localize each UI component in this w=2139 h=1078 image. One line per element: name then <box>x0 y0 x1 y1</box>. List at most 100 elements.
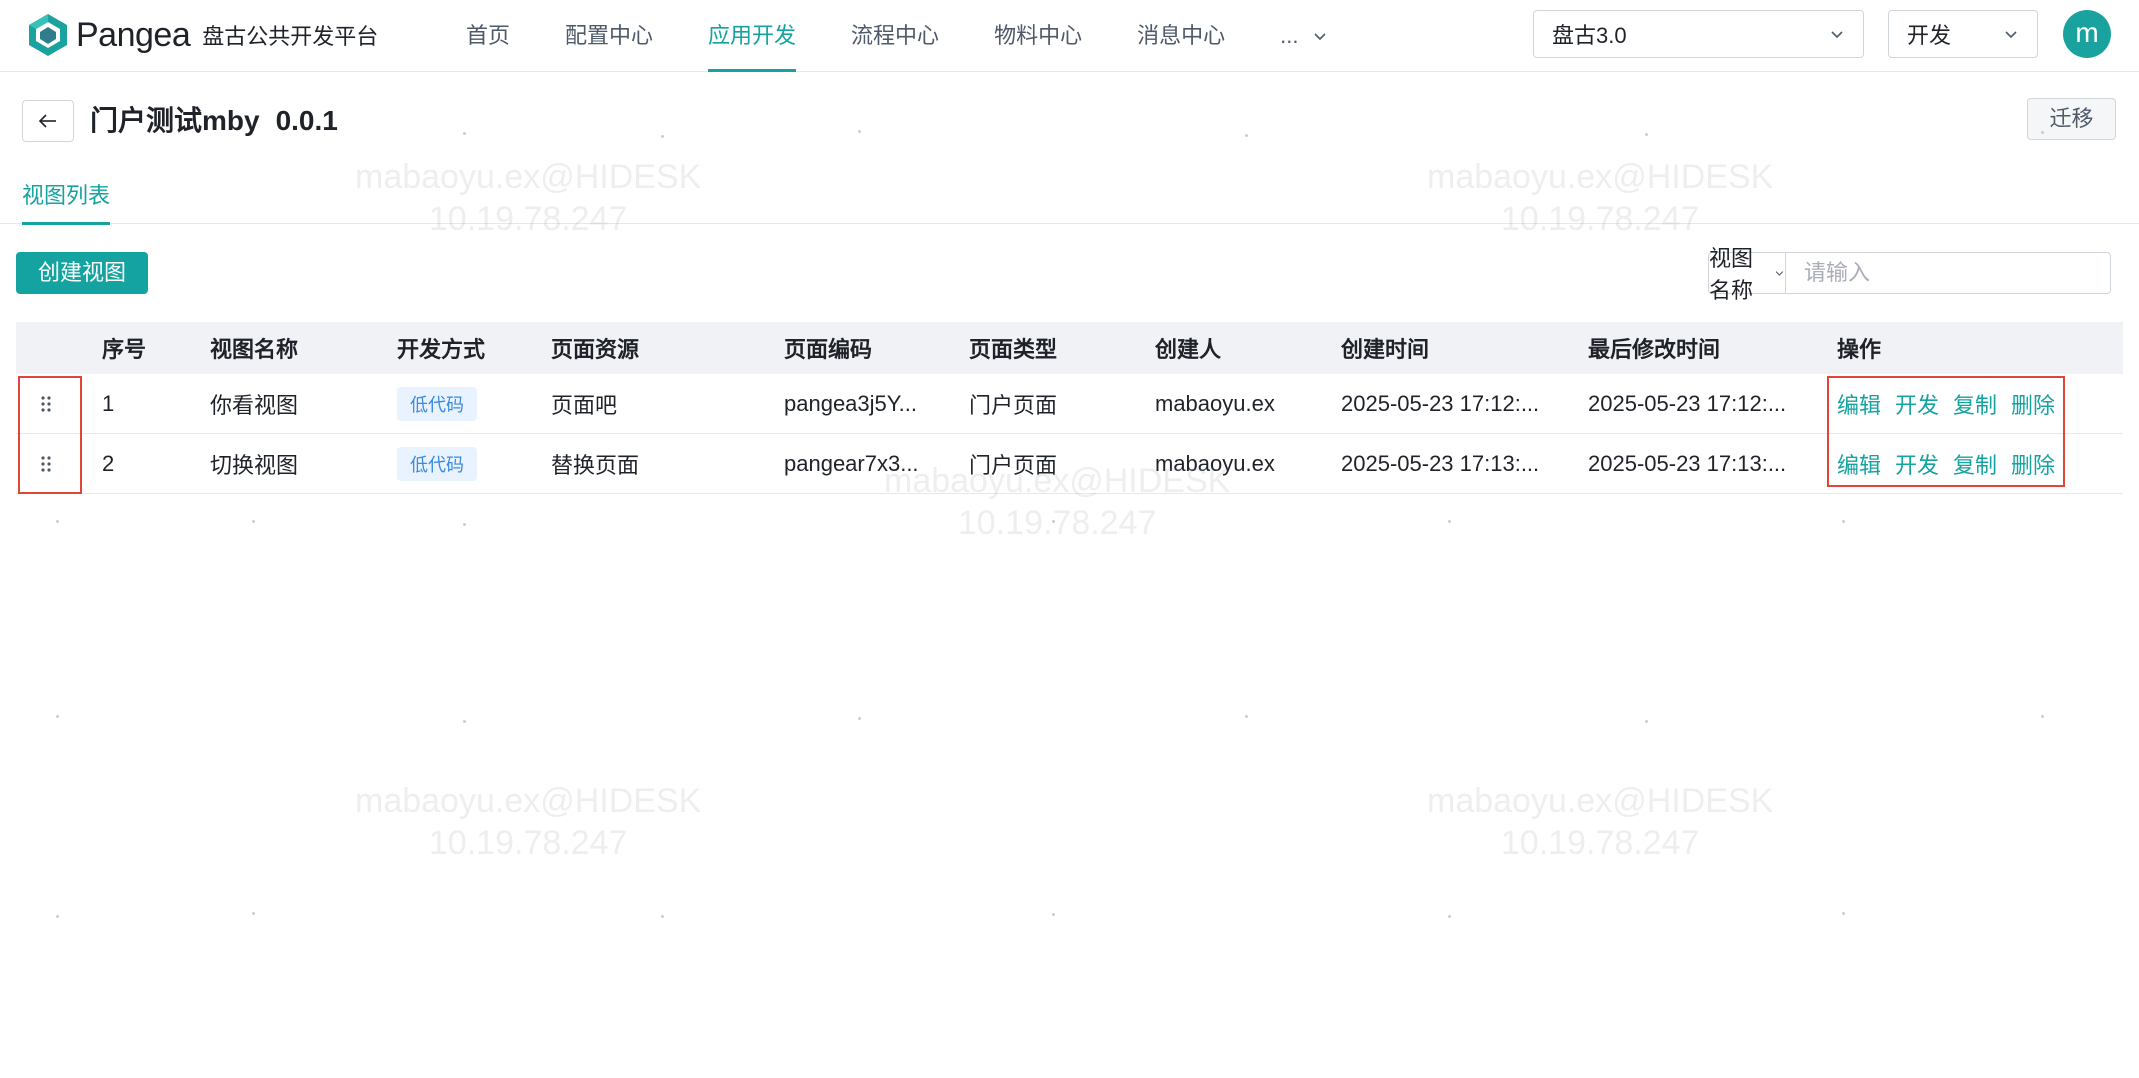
cell-index: 1 <box>102 390 115 416</box>
cell-created-time: 2025-05-23 17:13:... <box>1341 450 1540 476</box>
cell-creator: mabaoyu.ex <box>1155 450 1275 476</box>
cell-actions: 编辑 开发 复制 删除 <box>1837 374 2055 433</box>
nav-more-menu[interactable]: ... <box>1280 0 1328 72</box>
brand-subtitle: 盘古公共开发平台 <box>202 24 379 49</box>
delete-link[interactable]: 删除 <box>2011 388 2055 420</box>
drag-handle[interactable] <box>16 374 76 433</box>
chevron-down-icon <box>1831 31 1843 39</box>
nav-item-home[interactable]: 首页 <box>466 0 510 72</box>
watermark-dot <box>1645 720 1648 723</box>
watermark-ip: 10.19.78.247 <box>428 824 628 862</box>
delete-link[interactable]: 删除 <box>2011 448 2055 480</box>
drag-handle[interactable] <box>16 434 76 493</box>
watermark-dot <box>858 717 861 720</box>
nav-item-app-dev[interactable]: 应用开发 <box>708 0 797 72</box>
top-header: Pangea 盘古公共开发平台 首页 配置中心 应用开发 流程中心 物料中心 消… <box>0 0 2139 72</box>
environment-select-value: 开发 <box>1907 23 1952 48</box>
environment-select[interactable]: 开发 <box>1888 10 2038 58</box>
watermark-dot <box>1448 915 1451 918</box>
header-page-type: 页面类型 <box>969 337 1058 362</box>
header-actions: 操作 <box>1837 337 1882 362</box>
tab-view-list[interactable]: 视图列表 <box>22 168 111 225</box>
cell-actions: 编辑 开发 复制 删除 <box>1837 434 2055 493</box>
app-name: 门户测试mby <box>90 105 260 136</box>
watermark-dot <box>1052 520 1055 523</box>
header-page-source: 页面资源 <box>551 337 640 362</box>
cell-created-time: 2025-05-23 17:12:... <box>1341 390 1540 416</box>
watermark-dot <box>252 912 255 915</box>
cell-page-type: 门户页面 <box>969 392 1058 418</box>
watermark-user: mabaoyu.ex@HIDESK <box>355 782 702 820</box>
cell-dev-mode: 低代码 <box>397 434 477 493</box>
user-avatar[interactable]: m <box>2063 10 2111 58</box>
search-input[interactable] <box>1786 253 2110 293</box>
drag-handle-icon <box>41 455 51 472</box>
watermark-ip: 10.19.78.247 <box>1500 824 1700 862</box>
header-drag-col <box>16 322 76 374</box>
cell-page-type: 门户页面 <box>969 452 1058 478</box>
watermark-dot <box>56 715 59 718</box>
watermark-dot <box>1645 133 1648 136</box>
main-nav: 首页 配置中心 应用开发 流程中心 物料中心 消息中心 ... <box>466 0 1383 72</box>
table-row: 1 你看视图 低代码 页面吧 pangea3j5Y... 门户页面 mabaoy… <box>16 374 2123 434</box>
watermark-dot <box>661 135 664 138</box>
nav-item-material-center[interactable]: 物料中心 <box>994 0 1082 72</box>
migrate-button[interactable]: 迁移 <box>2027 98 2116 140</box>
chevron-down-icon <box>2005 31 2017 39</box>
cell-page-source: 页面吧 <box>551 392 618 418</box>
copy-link[interactable]: 复制 <box>1953 388 1997 420</box>
watermark-dot <box>56 915 59 918</box>
cell-dev-mode: 低代码 <box>397 374 477 433</box>
chevron-down-icon <box>1775 271 1784 276</box>
cell-view-name: 你看视图 <box>210 392 299 418</box>
develop-link[interactable]: 开发 <box>1895 448 1939 480</box>
watermark-dot <box>1448 520 1451 523</box>
header-modified-time: 最后修改时间 <box>1588 337 1721 362</box>
page-title: 门户测试mby 0.0.1 <box>90 100 338 142</box>
search-field-value: 视图名称 <box>1709 246 1754 303</box>
watermark: mabaoyu.ex@HIDESK 10.19.78.247 <box>1427 780 1773 864</box>
search-field-select[interactable]: 视图名称 <box>1709 246 1786 303</box>
tab-bar: 视图列表 <box>0 168 2139 225</box>
header-view-name: 视图名称 <box>210 337 299 362</box>
edit-link[interactable]: 编辑 <box>1837 448 1881 480</box>
watermark-dot <box>463 132 466 135</box>
nav-item-config-center[interactable]: 配置中心 <box>565 0 653 72</box>
brand-logo[interactable]: Pangea 盘古公共开发平台 <box>26 12 378 58</box>
cell-modified-time: 2025-05-23 17:13:... <box>1588 450 1787 476</box>
project-select[interactable]: 盘古3.0 <box>1533 10 1864 58</box>
watermark-user: mabaoyu.ex@HIDESK <box>1427 782 1774 820</box>
cell-view-name: 切换视图 <box>210 452 299 478</box>
create-view-button[interactable]: 创建视图 <box>16 252 148 294</box>
views-table: 序号 视图名称 开发方式 页面资源 页面编码 页面类型 创建人 创建时间 最后修… <box>16 322 2123 494</box>
drag-handle-icon <box>41 395 51 412</box>
header-page-code: 页面编码 <box>784 337 873 362</box>
cell-modified-time: 2025-05-23 17:12:... <box>1588 390 1787 416</box>
arrow-left-icon <box>38 114 56 128</box>
edit-link[interactable]: 编辑 <box>1837 388 1881 420</box>
header-creator: 创建人 <box>1155 337 1222 362</box>
header-index: 序号 <box>102 337 147 362</box>
cell-creator: mabaoyu.ex <box>1155 390 1275 416</box>
cell-page-code: pangea3j5Y... <box>784 390 917 416</box>
nav-item-process-center[interactable]: 流程中心 <box>851 0 939 72</box>
watermark-dot <box>661 915 664 918</box>
watermark-dot <box>463 523 466 526</box>
watermark-dot <box>1245 715 1248 718</box>
watermark-dot <box>56 520 59 523</box>
cell-index: 2 <box>102 450 115 476</box>
dev-mode-badge: 低代码 <box>397 446 477 481</box>
nav-item-message-center[interactable]: 消息中心 <box>1137 0 1225 72</box>
header-dev-mode: 开发方式 <box>397 337 486 362</box>
dev-mode-badge: 低代码 <box>397 386 477 421</box>
pangea-logo-icon <box>29 14 67 56</box>
watermark: mabaoyu.ex@HIDESK 10.19.78.247 <box>355 780 701 864</box>
watermark-dot <box>1842 912 1845 915</box>
copy-link[interactable]: 复制 <box>1953 448 1997 480</box>
app-version: 0.0.1 <box>275 105 338 136</box>
watermark-dot <box>1842 520 1845 523</box>
back-button[interactable] <box>22 100 74 142</box>
develop-link[interactable]: 开发 <box>1895 388 1939 420</box>
project-select-value: 盘古3.0 <box>1552 23 1627 48</box>
table-header: 序号 视图名称 开发方式 页面资源 页面编码 页面类型 创建人 创建时间 最后修… <box>16 322 2123 374</box>
